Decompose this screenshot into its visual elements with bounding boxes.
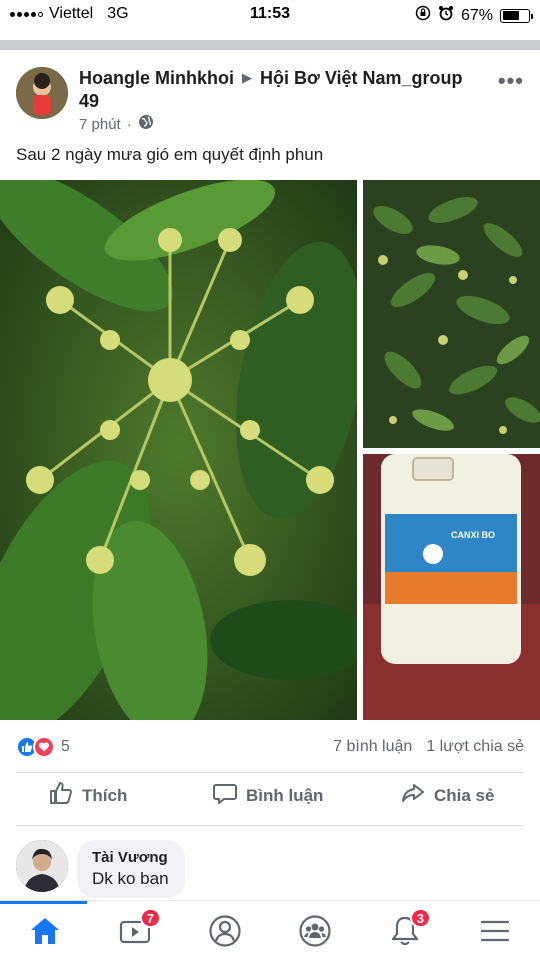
battery-percent: 67% [460,6,493,24]
post-actions: Thích Bình luận Chia sẻ [0,780,540,820]
reactions-summary[interactable]: 5 [16,736,70,758]
separator [16,825,524,826]
battery-icon [500,8,533,23]
comment-count[interactable]: 7 bình luận [333,738,412,756]
post-photo-tree[interactable] [363,180,540,448]
feed-divider [0,40,540,50]
post-text: Sau 2 ngày mưa gió em quyết định phun [16,145,324,164]
active-tab-indicator [0,901,87,904]
video-badge: 7 [139,908,161,928]
arrow-right-icon: ▶ [242,70,253,85]
post-photo-flowers[interactable] [0,180,357,720]
nav-menu[interactable] [475,913,515,953]
comment-button[interactable]: Bình luận [212,780,323,811]
nav-groups[interactable] [295,913,335,953]
commenter-avatar[interactable] [16,840,68,892]
comment-icon [212,780,238,811]
share-button[interactable]: Chia sẻ [400,780,494,811]
comment-label: Bình luận [246,785,324,805]
home-icon [28,915,62,952]
more-options-button[interactable]: ••• [498,68,524,94]
engagement-counts: 7 bình luận 1 lượt chia sẻ [333,738,524,756]
post-meta: 7 phút · [79,114,154,134]
like-label: Thích [82,785,128,805]
nav-notifications[interactable]: 3 [385,908,431,953]
notifications-badge: 3 [409,908,431,928]
share-icon [400,780,426,811]
alarm-icon [438,5,454,26]
share-label: Chia sẻ [434,785,495,805]
status-right: 67% [415,5,533,26]
share-count[interactable]: 1 lượt chia sẻ [426,738,524,756]
rotation-lock-icon [415,5,431,26]
author-avatar[interactable] [16,67,68,119]
love-reaction-icon [33,736,55,758]
like-button[interactable]: Thích [48,780,127,811]
commenter-name[interactable]: Tài Vương [92,848,169,868]
nav-home[interactable] [25,913,65,953]
battery-level [502,11,520,20]
comment-bubble[interactable]: Tài Vương Dk ko ban [77,840,185,898]
thumbs-up-icon [48,780,74,811]
globe-icon [138,114,154,134]
author-name[interactable]: Hoangle Minhkhoi [79,68,234,88]
status-bar: Viettel 3G 11:53 67% [0,0,540,30]
product-label: CANXI BO [451,530,495,540]
reaction-count: 5 [61,738,70,755]
groups-icon [298,914,332,953]
post-photo-product[interactable]: CANXI BO [363,454,540,720]
dot-separator: · [126,115,132,133]
menu-icon [480,918,510,949]
post-time[interactable]: 7 phút [79,116,121,133]
nav-profile[interactable] [205,913,245,953]
profile-icon [208,914,242,953]
bottom-nav: 7 3 [0,900,540,960]
comment-text: Dk ko ban [92,869,169,888]
nav-video[interactable]: 7 [115,908,161,953]
post-author-line: Hoangle Minhkhoi ▶ Hội Bơ Việt Nam_group… [79,66,479,113]
separator [16,772,524,773]
